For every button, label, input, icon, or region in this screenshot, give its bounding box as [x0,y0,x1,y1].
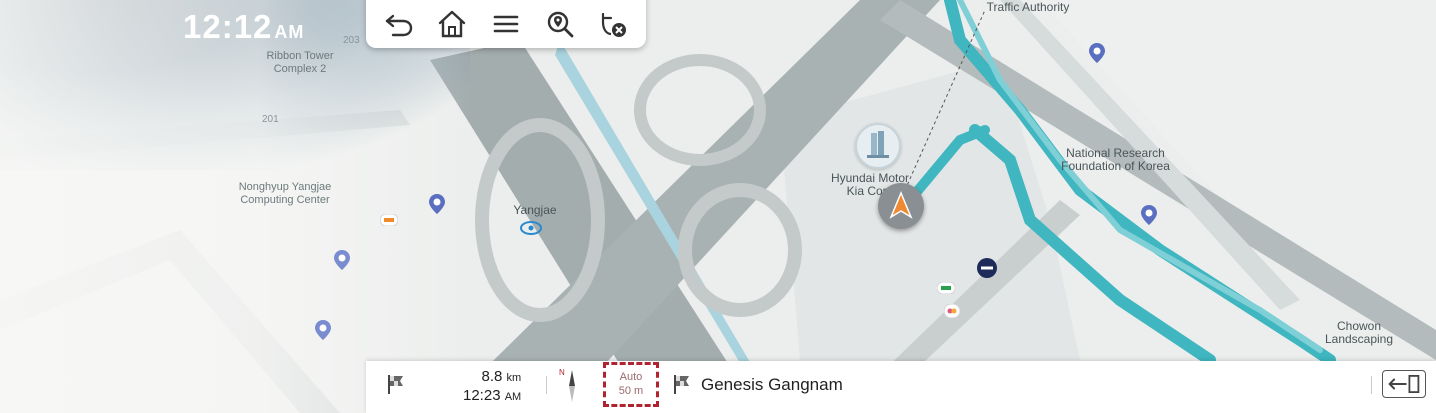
menu-icon [493,15,519,33]
compass-icon: N [559,368,575,402]
map-scale-button[interactable]: Auto 50 m [603,362,659,407]
map-label-national-research: National Research Foundation of Korea [1061,146,1170,173]
map-label-yangjae: Yangjae [513,203,557,217]
navigation-screen: 203 Ribbon Tower Complex 2 201 Nonghyup … [0,0,1436,413]
vehicle-position-icon [878,183,924,229]
poi-badge-icon [937,282,955,294]
map-label-nonghyup: Nonghyup Yangjae Computing Center [238,181,332,206]
poi-badge-icon [380,214,398,226]
back-arrow-icon [385,14,412,37]
top-toolbar [366,0,646,48]
distance-unit: km [506,372,522,384]
scale-value: 50 m [618,385,644,397]
search-button[interactable] [538,2,582,46]
split-screen-icon [1388,375,1420,393]
destination-flag-icon [674,375,689,394]
poi-pin-icon[interactable] [429,194,445,214]
poi-pin-icon[interactable] [315,320,331,340]
poi-pin-icon[interactable] [334,250,350,270]
status-clock: 12:12 AM [183,8,304,46]
brand-logo-icon[interactable] [976,257,998,279]
destination-name[interactable]: Genesis Gangnam [701,375,843,395]
clock-time: 12:12 [183,8,273,45]
home-button[interactable] [430,2,474,46]
distance-eta: 8.8 km 12:23 AM [463,368,521,406]
route-info-bar [366,361,1436,413]
map-canvas[interactable] [0,0,1436,413]
map-label-201: 201 [262,114,279,125]
map-label-chowon: Chowon Landscaping [1324,319,1394,346]
poi-badge-icon [944,304,960,318]
divider [546,376,547,394]
search-pin-icon [547,11,573,38]
split-screen-button[interactable] [1382,370,1426,398]
compass-north-label: N [559,368,565,377]
clock-ampm: AM [274,22,305,42]
eta-time: 12:23 [463,387,501,404]
scale-mode: Auto [619,371,643,383]
cancel-route-button[interactable] [591,2,635,46]
map-label-203: 203 [343,35,360,46]
cancel-route-icon [602,12,627,37]
map-label-ribbon-tower: Ribbon Tower Complex 2 [266,50,334,75]
poi-pin-icon[interactable] [1089,43,1105,63]
destination-flag-icon [388,375,403,394]
menu-button[interactable] [484,2,528,46]
poi-pin-icon[interactable] [1141,205,1157,225]
landmark-building-icon[interactable] [855,123,901,169]
divider [1371,376,1372,394]
distance-value: 8.8 [481,368,503,385]
subway-station-icon[interactable] [520,221,542,235]
back-button[interactable] [377,2,421,46]
compass-button[interactable]: N [557,366,581,404]
eta-ampm: AM [504,391,522,403]
home-icon [439,10,466,38]
map-label-traffic: Traffic Authority [986,0,1070,14]
